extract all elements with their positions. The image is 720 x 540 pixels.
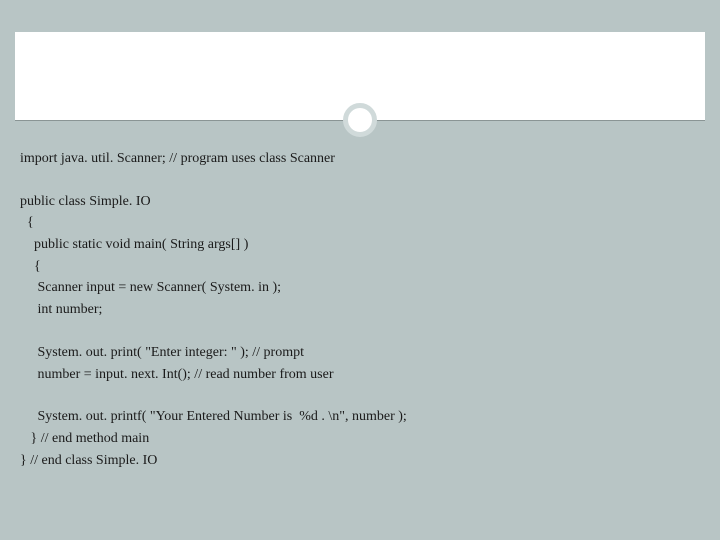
code-line: number = input. next. Int(); // read num… (20, 364, 700, 386)
slide: import java. util. Scanner; // program u… (0, 0, 720, 540)
blank-line (20, 385, 700, 406)
code-line: public class Simple. IO (20, 191, 700, 213)
decorative-circle (343, 103, 377, 137)
code-line: { (20, 256, 700, 278)
code-line: public static void main( String args[] ) (20, 234, 700, 256)
code-line: System. out. printf( "Your Entered Numbe… (20, 406, 700, 428)
code-line: System. out. print( "Enter integer: " );… (20, 342, 700, 364)
code-line: int number; (20, 299, 700, 321)
code-content: import java. util. Scanner; // program u… (20, 148, 700, 471)
code-line: } // end class Simple. IO (20, 450, 700, 472)
code-line: import java. util. Scanner; // program u… (20, 148, 700, 170)
code-line: Scanner input = new Scanner( System. in … (20, 277, 700, 299)
code-line: } // end method main (20, 428, 700, 450)
blank-line (20, 321, 700, 342)
blank-line (20, 170, 700, 191)
code-line: { (20, 212, 700, 234)
